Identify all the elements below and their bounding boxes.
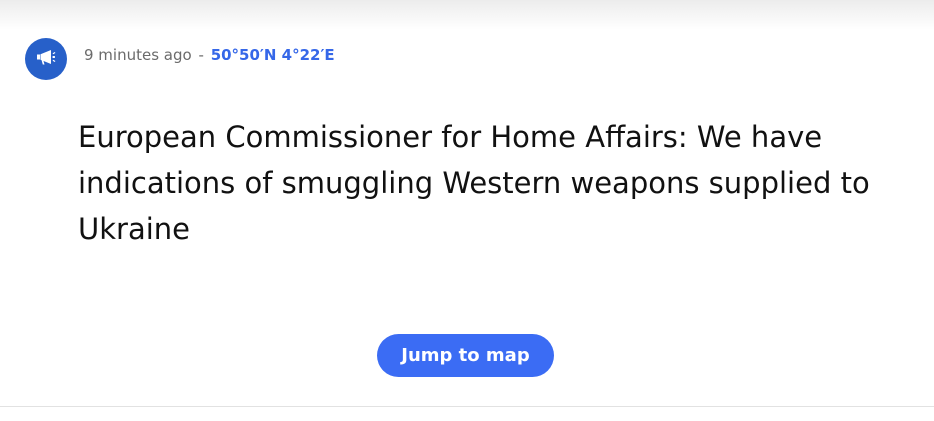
- location-coordinates[interactable]: 50°50′N 4°22′E: [211, 46, 335, 64]
- source-avatar: [25, 38, 67, 80]
- news-item: 9 minutes ago - 50°50′N 4°22′E European …: [0, 0, 934, 406]
- item-meta: 9 minutes ago - 50°50′N 4°22′E: [84, 46, 335, 64]
- megaphone-icon: [34, 45, 58, 73]
- time-ago: 9 minutes ago: [84, 46, 192, 64]
- divider: [0, 406, 934, 407]
- news-headline: European Commissioner for Home Affairs: …: [78, 120, 870, 246]
- meta-separator: -: [198, 46, 204, 64]
- jump-to-map-button[interactable]: Jump to map: [377, 334, 554, 377]
